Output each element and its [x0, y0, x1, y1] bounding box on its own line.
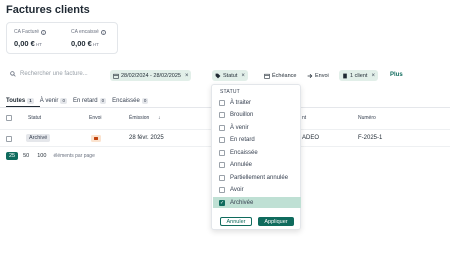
option-partiellement-annulee[interactable]: Partiellement annulée: [213, 172, 301, 183]
kpi-label: CA Facturé: [14, 29, 40, 35]
column-numero[interactable]: Numéro: [358, 115, 376, 121]
page-size-25[interactable]: 25: [6, 152, 19, 160]
cancel-button[interactable]: Annuler: [220, 217, 252, 226]
client-filter[interactable]: 1 client ×: [339, 70, 378, 81]
client-name: ADEO: [302, 135, 320, 141]
statut-dropdown: STATUT À traiter Brouillon À venir En re…: [211, 84, 301, 230]
kpi-unit: HT: [35, 42, 42, 47]
tab-count: 0: [141, 98, 149, 104]
option-encaissee[interactable]: Encaissée: [213, 147, 301, 158]
filter-bar: Rechercher une facture... 28/02/2024 - 2…: [6, 69, 446, 82]
send-icon: [307, 73, 313, 78]
option-checkbox-checked[interactable]: [219, 199, 225, 206]
kpi-value: 0,00 €: [14, 39, 35, 48]
close-icon[interactable]: ×: [241, 73, 245, 79]
tab-en-retard[interactable]: En retard 0: [72, 95, 107, 107]
status-badge: Archivé: [26, 134, 51, 142]
kpi-label: CA encaissé: [71, 29, 99, 35]
option-checkbox[interactable]: [219, 112, 225, 118]
kpi-value: 0,00 €: [71, 39, 92, 48]
search-input[interactable]: Rechercher une facture...: [10, 71, 88, 77]
close-icon[interactable]: ×: [371, 73, 375, 79]
option-a-venir[interactable]: À venir: [213, 122, 301, 133]
dropdown-header: STATUT: [220, 89, 240, 95]
kpi-ca-facture: CA Facturé i 0,00 €HT: [14, 29, 47, 48]
option-checkbox[interactable]: [219, 137, 225, 143]
calendar-icon: [113, 73, 119, 79]
page-title: Factures clients: [6, 4, 90, 16]
option-checkbox[interactable]: [219, 187, 225, 193]
close-icon[interactable]: ×: [185, 73, 189, 79]
option-a-traiter[interactable]: À traiter: [213, 97, 301, 108]
option-label: Avoir: [230, 187, 244, 193]
info-icon[interactable]: i: [41, 29, 47, 35]
page-size-label: éléments par page: [53, 153, 95, 159]
option-checkbox[interactable]: [219, 99, 225, 106]
column-envoi[interactable]: Envoi: [89, 115, 102, 121]
tab-count: 0: [60, 98, 67, 104]
option-label: À venir: [230, 124, 249, 131]
statut-filter[interactable]: Statut ×: [212, 70, 248, 81]
page-size-50[interactable]: 50: [20, 152, 32, 160]
page-size-100[interactable]: 100: [34, 152, 49, 160]
option-label: Brouillon: [230, 112, 254, 118]
sort-desc-icon[interactable]: ↓: [158, 115, 161, 121]
option-label: À traiter: [230, 99, 252, 106]
column-statut[interactable]: Statut: [28, 115, 41, 121]
option-brouillon[interactable]: Brouillon: [213, 110, 301, 121]
search-icon: [10, 71, 16, 77]
building-icon: [343, 73, 347, 78]
kpi-unit: HT: [92, 42, 99, 47]
envoi-filter[interactable]: Envoi: [304, 70, 332, 81]
option-checkbox[interactable]: [219, 124, 225, 131]
tab-label: En retard: [72, 98, 98, 104]
column-emission[interactable]: Émission: [129, 115, 149, 121]
option-checkbox[interactable]: [219, 162, 225, 168]
emission-date: 28 févr. 2025: [129, 135, 164, 141]
option-annulee[interactable]: Annulée: [213, 160, 301, 171]
calendar-icon: [264, 73, 270, 79]
tab-label: À venir: [39, 98, 59, 104]
option-label: Encaissée: [230, 149, 258, 156]
date-range-filter[interactable]: 28/02/2024 - 28/02/2025 ×: [110, 70, 192, 81]
row-checkbox[interactable]: [6, 136, 12, 142]
client-filter-label: 1 client: [350, 72, 368, 79]
option-checkbox[interactable]: [219, 174, 225, 181]
column-client[interactable]: nt: [302, 115, 306, 121]
tag-icon: [215, 73, 221, 78]
tab-count: 1: [27, 98, 34, 104]
search-placeholder: Rechercher une facture...: [20, 71, 88, 77]
option-avoir[interactable]: Avoir: [213, 185, 301, 196]
date-range-label: 28/02/2024 - 28/02/2025: [121, 72, 181, 79]
more-filters-button[interactable]: Plus: [390, 72, 403, 78]
invoice-number: F-2025-1: [358, 135, 383, 141]
kpi-ca-encaisse: CA encaissé i 0,00 €HT: [71, 29, 106, 48]
echeance-filter-label: Échéance: [272, 72, 297, 79]
option-label: Annulée: [230, 162, 253, 168]
tab-count: 0: [99, 98, 107, 104]
option-label: En retard: [230, 137, 255, 143]
tab-label: Encaissée: [112, 98, 140, 104]
kpi-card: CA Facturé i 0,00 €HT CA encaissé i 0,00 €…: [6, 22, 118, 54]
option-label: Archivée: [230, 199, 254, 206]
envoi-filter-label: Envoi: [315, 72, 329, 79]
tab-a-venir[interactable]: À venir 0: [40, 95, 67, 107]
option-archivee[interactable]: Archivée: [213, 197, 301, 208]
option-en-retard[interactable]: En retard: [213, 135, 301, 146]
pagination: 25 50 100 éléments par page: [6, 152, 95, 160]
select-all-checkbox[interactable]: [6, 115, 12, 121]
apply-button[interactable]: Appliquer: [258, 217, 294, 226]
tab-encaissee[interactable]: Encaissée 0: [112, 95, 149, 107]
option-label: Partiellement annulée: [230, 174, 289, 181]
statut-filter-label: Statut: [223, 72, 238, 79]
envoi-icon: [91, 135, 101, 142]
option-checkbox[interactable]: [219, 149, 225, 156]
tab-label: Toutes: [6, 98, 26, 104]
info-icon[interactable]: i: [100, 29, 106, 35]
echeance-filter[interactable]: Échéance: [261, 70, 299, 81]
